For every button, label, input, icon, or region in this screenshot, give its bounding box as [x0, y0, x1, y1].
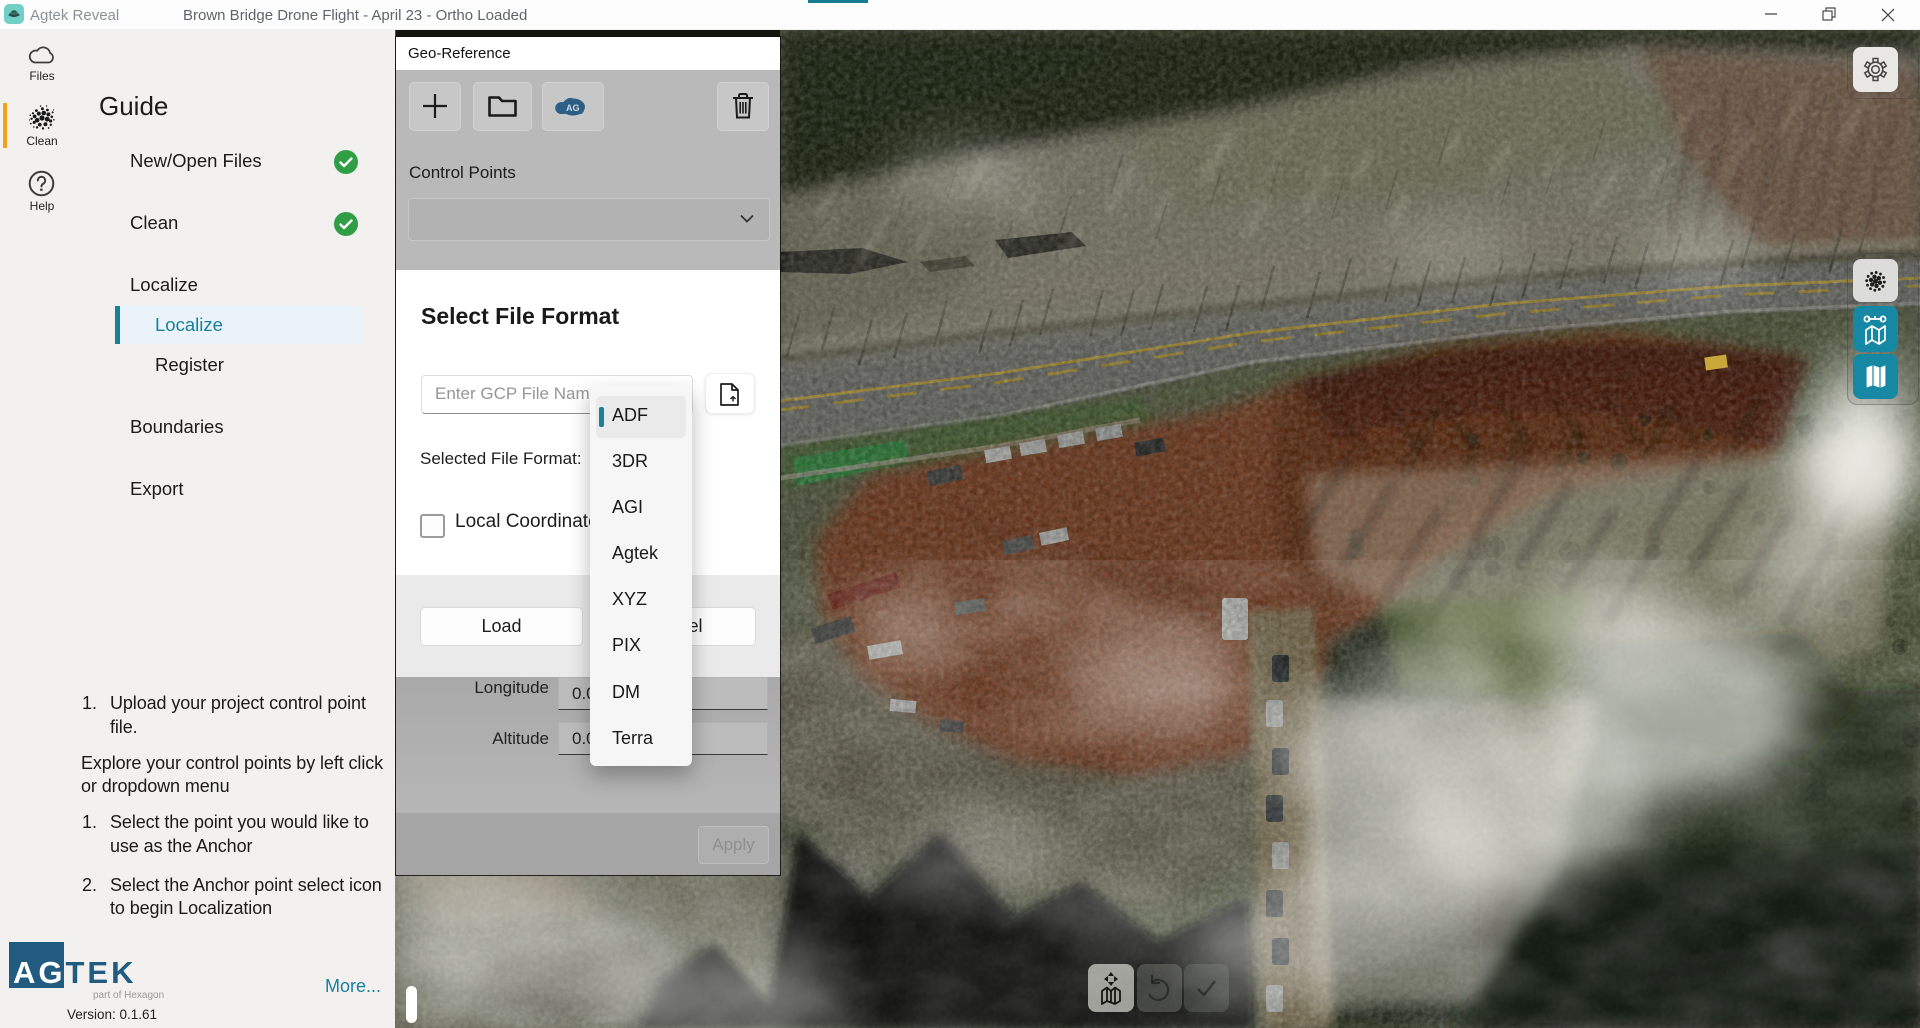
svg-text:part of Hexagon: part of Hexagon	[93, 990, 164, 1001]
svg-text:AG: AG	[566, 103, 580, 113]
